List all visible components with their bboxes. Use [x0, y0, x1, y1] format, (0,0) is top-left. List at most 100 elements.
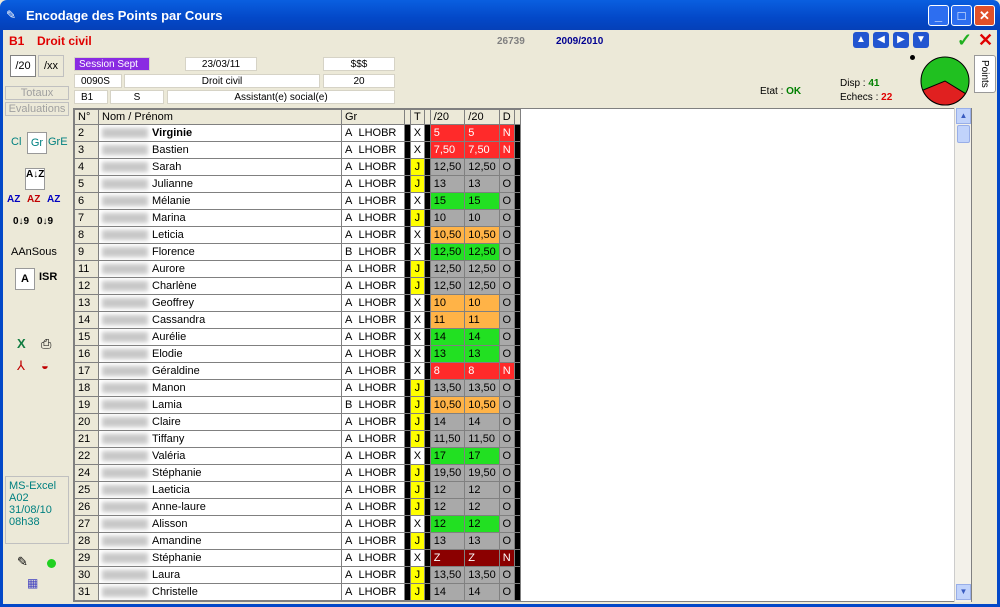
table-row[interactable]: 15 Aurélie A LHOBR X 14 14 O	[74, 328, 521, 346]
tab-points[interactable]: Points	[974, 55, 996, 93]
totaux-button[interactable]: Totaux	[5, 86, 69, 100]
type-cell[interactable]: X	[410, 243, 425, 261]
score-cell[interactable]: 12	[429, 515, 466, 533]
score-cell[interactable]: 10,50	[429, 396, 466, 414]
scroll-down-icon[interactable]: ▼	[956, 584, 971, 600]
score-cell[interactable]: 14	[429, 413, 466, 431]
type-cell[interactable]: J	[410, 260, 425, 278]
type-cell[interactable]: X	[410, 447, 425, 465]
session-field[interactable]: Session Sept	[74, 57, 150, 71]
table-row[interactable]: 26 Anne-laure A LHOBR J 12 12 O	[74, 498, 521, 516]
score-cell[interactable]: 5	[429, 124, 466, 142]
validate-icon[interactable]: ✓	[957, 30, 972, 51]
sort-num-desc-icon[interactable]: 0↓9	[37, 216, 53, 227]
table-row[interactable]: 31 Christelle A LHOBR J 14 14 O	[74, 583, 521, 601]
type-cell[interactable]: X	[410, 141, 425, 159]
type-cell[interactable]: X	[410, 328, 425, 346]
type-cell[interactable]: X	[410, 345, 425, 363]
table-row[interactable]: 8 Leticia A LHOBR X 10,50 10,50 O	[74, 226, 521, 244]
score-cell[interactable]: 13	[429, 532, 466, 550]
type-cell[interactable]: J	[410, 464, 425, 482]
table-row[interactable]: 22 Valéria A LHOBR X 17 17 O	[74, 447, 521, 465]
score-cell[interactable]: 19,50	[429, 464, 466, 482]
score-cell[interactable]: 7,50	[429, 141, 466, 159]
table-row[interactable]: 17 Géraldine A LHOBR X 8 8 N	[74, 362, 521, 380]
type-cell[interactable]: X	[410, 549, 425, 567]
table-row[interactable]: 4 Sarah A LHOBR J 12,50 12,50 O	[74, 158, 521, 176]
type-cell[interactable]: J	[410, 277, 425, 295]
type-cell[interactable]: J	[410, 430, 425, 448]
sort-alpha-icon[interactable]: A↓Z	[25, 168, 45, 190]
magic-wand-icon[interactable]: ✎	[17, 554, 28, 570]
table-row[interactable]: 6 Mélanie A LHOBR X 15 15 O	[74, 192, 521, 210]
score-cell[interactable]: 13	[429, 345, 466, 363]
type-cell[interactable]: X	[410, 124, 425, 142]
score-cell[interactable]: 13,50	[429, 379, 466, 397]
a-button[interactable]: A	[15, 268, 35, 290]
score-cell[interactable]: 12,50	[429, 158, 466, 176]
score-cell[interactable]: 12,50	[429, 260, 466, 278]
excel-icon[interactable]: X	[17, 336, 26, 351]
score-cell[interactable]: 12	[429, 481, 466, 499]
table-row[interactable]: 21 Tiffany A LHOBR J 11,50 11,50 O	[74, 430, 521, 448]
type-cell[interactable]: J	[410, 379, 425, 397]
type-cell[interactable]: J	[410, 413, 425, 431]
type-cell[interactable]: J	[410, 396, 425, 414]
score-cell[interactable]: 8	[429, 362, 466, 380]
car-icon[interactable]: ◒	[41, 358, 49, 373]
type-cell[interactable]: J	[410, 566, 425, 584]
table-row[interactable]: 7 Marina A LHOBR J 10 10 O	[74, 209, 521, 227]
score-cell[interactable]: 14	[429, 328, 466, 346]
vertical-scrollbar[interactable]: ▲ ▼	[954, 108, 971, 602]
table-row[interactable]: 19 Lamia B LHOBR J 10,50 10,50 O	[74, 396, 521, 414]
sort-b-icon[interactable]: AZ	[27, 194, 40, 205]
evaluations-button[interactable]: Evaluations	[5, 102, 69, 116]
type-cell[interactable]: J	[410, 481, 425, 499]
table-row[interactable]: 30 Laura A LHOBR J 13,50 13,50 O	[74, 566, 521, 584]
nav-left-icon[interactable]: ◀	[873, 32, 889, 48]
score-cell[interactable]: 10	[429, 294, 466, 312]
table-row[interactable]: 27 Alisson A LHOBR X 12 12 O	[74, 515, 521, 533]
scale-xx-button[interactable]: /xx	[38, 55, 64, 77]
sort-num-asc-icon[interactable]: 0↓9	[13, 216, 29, 227]
type-cell[interactable]: J	[410, 175, 425, 193]
score-cell[interactable]: 10,50	[429, 226, 466, 244]
score-cell[interactable]: 12	[429, 498, 466, 516]
score-cell[interactable]: 12,50	[429, 277, 466, 295]
table-row[interactable]: 11 Aurore A LHOBR J 12,50 12,50 O	[74, 260, 521, 278]
col-score2[interactable]: /20	[464, 109, 500, 125]
score-cell[interactable]: 15	[429, 192, 466, 210]
print-icon[interactable]: ⎙	[41, 336, 51, 352]
score-cell[interactable]: 11	[429, 311, 466, 329]
table-row[interactable]: 28 Amandine A LHOBR J 13 13 O	[74, 532, 521, 550]
col-t[interactable]: T	[410, 109, 425, 125]
gre-button[interactable]: GrE	[48, 136, 68, 148]
col-d[interactable]: D	[498, 109, 515, 125]
type-cell[interactable]: J	[410, 209, 425, 227]
score-cell[interactable]: 14	[429, 583, 466, 601]
table-row[interactable]: 29 Stéphanie A LHOBR X Z Z N	[74, 549, 521, 567]
table-row[interactable]: 20 Claire A LHOBR J 14 14 O	[74, 413, 521, 431]
type-cell[interactable]: X	[410, 311, 425, 329]
type-cell[interactable]: X	[410, 362, 425, 380]
nav-down-icon[interactable]: ▼	[913, 32, 929, 48]
table-row[interactable]: 3 Bastien A LHOBR X 7,50 7,50 N	[74, 141, 521, 159]
type-cell[interactable]: X	[410, 294, 425, 312]
col-group[interactable]: Gr	[341, 109, 405, 125]
col-score1[interactable]: /20	[429, 109, 466, 125]
sort-c-icon[interactable]: AZ	[47, 194, 60, 205]
cl-button[interactable]: Cl	[11, 136, 21, 148]
date-field[interactable]: 23/03/11	[185, 57, 257, 71]
table-row[interactable]: 9 Florence B LHOBR X 12,50 12,50 O	[74, 243, 521, 261]
aansous-button[interactable]: AAnSous	[11, 246, 57, 258]
type-cell[interactable]: J	[410, 583, 425, 601]
isr-button[interactable]: ISR	[39, 271, 57, 283]
scroll-up-icon[interactable]: ▲	[956, 108, 971, 124]
type-cell[interactable]: X	[410, 226, 425, 244]
table-row[interactable]: 16 Elodie A LHOBR X 13 13 O	[74, 345, 521, 363]
type-cell[interactable]: X	[410, 192, 425, 210]
cancel-icon[interactable]: ✕	[978, 30, 993, 51]
scale-20-button[interactable]: /20	[10, 55, 36, 77]
sort-a-icon[interactable]: AZ	[7, 194, 20, 205]
grid-icon[interactable]: ▦	[27, 576, 38, 590]
